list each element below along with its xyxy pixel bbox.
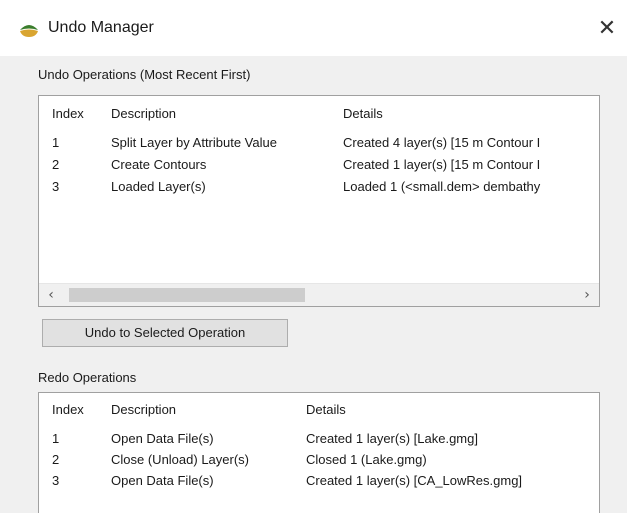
undo-list-header: Index Description Details xyxy=(39,103,599,125)
row-details: Closed 1 (Lake.gmg) xyxy=(306,452,427,467)
row-index: 3 xyxy=(52,179,60,194)
redo-operations-label: Redo Operations xyxy=(38,370,137,385)
column-header-description[interactable]: Description xyxy=(111,399,176,421)
row-description: Loaded Layer(s) xyxy=(111,179,206,194)
undo-operations-list[interactable]: Index Description Details 1 Split Layer … xyxy=(38,95,600,307)
row-details: Loaded 1 (<small.dem> dembathy xyxy=(343,179,541,194)
title-bar: Undo Manager ✕ xyxy=(0,0,627,56)
row-index: 1 xyxy=(52,135,60,150)
row-details: Created 4 layer(s) [15 m Contour I xyxy=(343,135,541,150)
scrollbar-thumb[interactable] xyxy=(69,288,305,302)
row-description: Create Contours xyxy=(111,157,207,172)
scroll-left-icon[interactable]: ‹ xyxy=(41,284,61,306)
row-details: Created 1 layer(s) [15 m Contour I xyxy=(343,157,541,172)
table-row[interactable]: 3 Loaded Layer(s) Loaded 1 (<small.dem> … xyxy=(39,176,599,198)
row-description: Close (Unload) Layer(s) xyxy=(111,452,249,467)
table-row[interactable]: 3 Open Data File(s) Created 1 layer(s) [… xyxy=(39,470,599,492)
app-logo-icon xyxy=(20,25,38,37)
row-index: 3 xyxy=(52,473,60,488)
redo-list-header: Index Description Details xyxy=(39,399,599,421)
column-header-index[interactable]: Index xyxy=(52,399,84,421)
horizontal-scrollbar[interactable]: ‹ › xyxy=(39,283,599,306)
table-row[interactable]: 2 Create Contours Created 1 layer(s) [15… xyxy=(39,154,599,176)
row-details: Created 1 layer(s) [CA_LowRes.gmg] xyxy=(306,473,523,488)
row-index: 1 xyxy=(52,431,60,446)
undo-to-selected-button[interactable]: Undo to Selected Operation xyxy=(42,319,288,347)
column-header-details[interactable]: Details xyxy=(343,103,383,125)
column-header-description[interactable]: Description xyxy=(111,103,176,125)
table-row[interactable]: 2 Close (Unload) Layer(s) Closed 1 (Lake… xyxy=(39,449,599,471)
window-title: Undo Manager xyxy=(48,19,154,36)
table-row[interactable]: 1 Open Data File(s) Created 1 layer(s) [… xyxy=(39,428,599,450)
redo-operations-list[interactable]: Index Description Details 1 Open Data Fi… xyxy=(38,392,600,513)
undo-operations-label: Undo Operations (Most Recent First) xyxy=(38,67,251,82)
column-header-details[interactable]: Details xyxy=(306,399,346,421)
close-icon[interactable]: ✕ xyxy=(592,14,622,44)
table-row[interactable]: 1 Split Layer by Attribute Value Created… xyxy=(39,132,599,154)
row-description: Open Data File(s) xyxy=(111,431,214,446)
row-details: Created 1 layer(s) [Lake.gmg] xyxy=(306,431,478,446)
row-index: 2 xyxy=(52,452,60,467)
scroll-right-icon[interactable]: › xyxy=(577,284,597,306)
column-header-index[interactable]: Index xyxy=(52,103,84,125)
row-description: Split Layer by Attribute Value xyxy=(111,135,277,150)
row-index: 2 xyxy=(52,157,60,172)
row-description: Open Data File(s) xyxy=(111,473,214,488)
